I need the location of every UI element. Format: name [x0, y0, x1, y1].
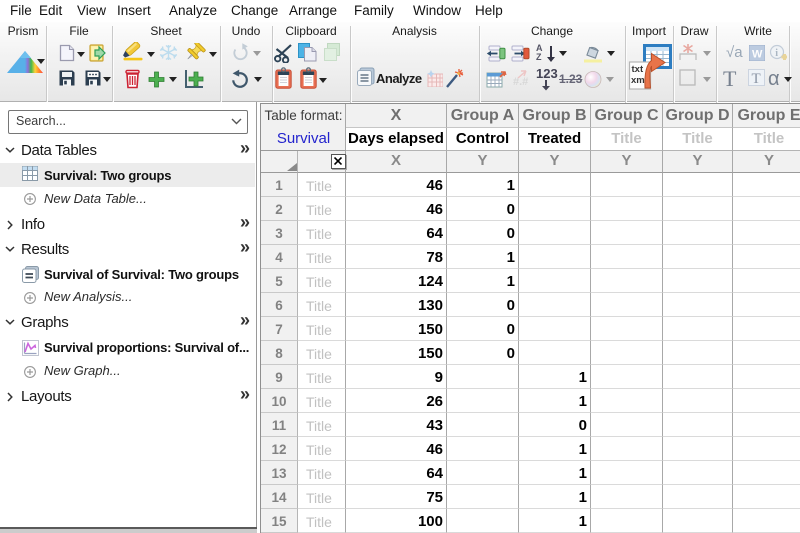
- svg-text:T: T: [752, 71, 761, 86]
- svg-text:i: i: [775, 48, 778, 59]
- svg-text:txt: txt: [632, 64, 644, 75]
- svg-text:W: W: [752, 49, 763, 61]
